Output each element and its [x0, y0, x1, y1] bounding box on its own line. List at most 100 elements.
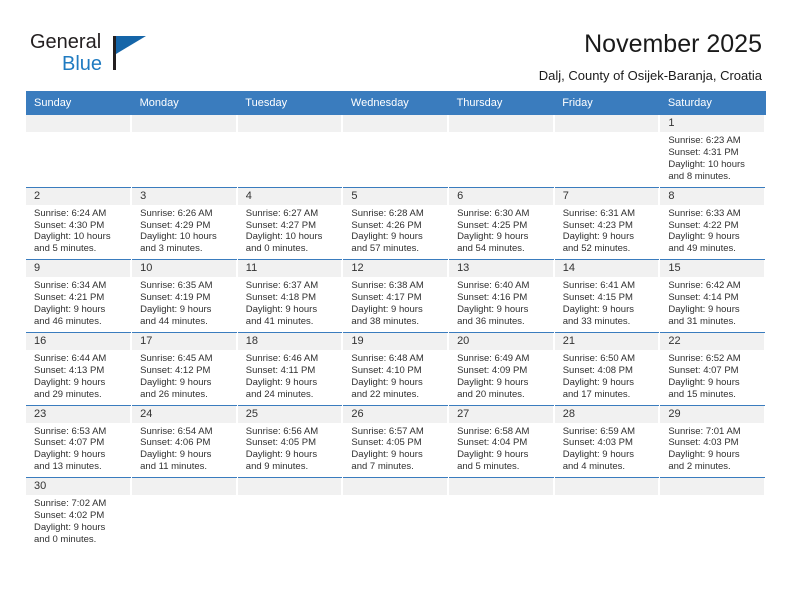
day-detail-line: and 11 minutes.: [140, 461, 208, 473]
day-detail-line: Daylight: 9 hours: [245, 304, 318, 316]
calendar-day-cell[interactable]: 29 Sunrise: 7:01 AM Sunset: 4:03 PM Dayligh…: [659, 404, 766, 478]
day-detail-line: Sunrise: 6:44 AM: [34, 352, 107, 364]
day-detail-line: and 4 minutes.: [562, 461, 626, 473]
day-detail-line: Sunrise: 6:41 AM: [562, 280, 636, 292]
calendar-day-cell[interactable]: 4 Sunrise: 6:27 AM Sunset: 4:27 PM Daylight…: [237, 186, 344, 260]
day-number: 27: [449, 405, 554, 423]
day-details: [449, 495, 554, 502]
calendar-table: Sunday Monday Tuesday Wednesday Thursday Frid…: [26, 91, 766, 550]
day-number: 16: [26, 332, 132, 350]
day-detail-line: Sunset: 4:18 PM: [245, 292, 317, 304]
day-detail-line: Sunrise: 6:27 AM: [245, 207, 319, 219]
general-blue-logo[interactable]: General Blue: [30, 28, 150, 80]
day-details: Sunrise: 6:44 AM Sunset: 4:13 PM Daylight:…: [26, 350, 131, 405]
calendar-day-cell-empty[interactable]: [342, 477, 450, 550]
day-detail-line: Sunrise: 6:40 AM: [457, 280, 530, 292]
day-detail-line: Sunrise: 7:02 AM: [34, 498, 107, 510]
day-detail-line: Sunset: 4:05 PM: [245, 437, 317, 449]
day-detail-line: Daylight: 9 hours: [351, 231, 423, 243]
day-detail-line: Daylight: 9 hours: [668, 231, 740, 243]
calendar-day-cell[interactable]: 9 Sunrise: 6:34 AM Sunset: 4:21 PM Daylight…: [26, 259, 133, 333]
calendar-day-cell[interactable]: 28 Sunrise: 6:59 AM Sunset: 4:03 PM Dayligh…: [554, 404, 661, 478]
weekday-header-monday: Monday: [131, 91, 238, 115]
day-detail-line: Daylight: 9 hours: [668, 376, 740, 388]
calendar-day-cell[interactable]: 30 Sunrise: 7:02 AM Sunset: 4:02 PM Dayligh…: [26, 477, 133, 550]
day-detail-line: Sunrise: 6:28 AM: [351, 207, 424, 219]
calendar-day-cell-empty[interactable]: [554, 115, 661, 188]
day-detail-line: Sunset: 4:31 PM: [668, 146, 739, 158]
calendar-day-cell[interactable]: 17 Sunrise: 6:45 AM Sunset: 4:12 PM Dayligh…: [131, 331, 238, 405]
day-detail-line: Daylight: 9 hours: [668, 304, 740, 316]
day-details: [238, 132, 343, 139]
calendar-day-cell[interactable]: 12 Sunrise: 6:38 AM Sunset: 4:17 PM Dayligh…: [342, 259, 450, 333]
day-detail-line: and 33 minutes.: [562, 315, 631, 327]
calendar-day-cell[interactable]: 24 Sunrise: 6:54 AM Sunset: 4:06 PM Dayligh…: [131, 404, 238, 478]
day-details: Sunrise: 6:54 AM Sunset: 4:06 PM Daylight:…: [132, 423, 237, 478]
day-detail-line: Daylight: 10 hours: [668, 158, 745, 170]
day-number: 29: [660, 405, 765, 423]
day-detail-line: Sunset: 4:02 PM: [34, 510, 105, 522]
calendar-day-cell[interactable]: 7 Sunrise: 6:31 AM Sunset: 4:23 PM Daylight…: [554, 186, 661, 260]
day-detail-line: Daylight: 9 hours: [351, 376, 423, 388]
calendar-day-cell[interactable]: 13 Sunrise: 6:40 AM Sunset: 4:16 PM Dayligh…: [448, 259, 555, 333]
day-detail-line: Daylight: 9 hours: [245, 449, 318, 461]
calendar-day-cell[interactable]: 6 Sunrise: 6:30 AM Sunset: 4:25 PM Daylight…: [448, 186, 555, 260]
calendar-day-cell-empty[interactable]: [448, 115, 555, 188]
calendar-day-cell-empty[interactable]: [554, 477, 661, 550]
calendar-day-cell[interactable]: 1 Sunrise: 6:23 AM Sunset: 4:31 PM Daylight…: [659, 115, 766, 188]
calendar-day-cell[interactable]: 19 Sunrise: 6:48 AM Sunset: 4:10 PM Dayligh…: [342, 331, 450, 405]
day-detail-line: Sunset: 4:05 PM: [351, 437, 422, 449]
calendar-day-cell[interactable]: 2 Sunrise: 6:24 AM Sunset: 4:30 PM Daylight…: [26, 186, 133, 260]
day-detail-line: Sunset: 4:25 PM: [457, 219, 528, 231]
calendar-day-cell[interactable]: 3 Sunrise: 6:26 AM Sunset: 4:29 PM Daylight…: [131, 186, 238, 260]
calendar-day-cell-empty[interactable]: [342, 115, 450, 188]
calendar-day-cell[interactable]: 21 Sunrise: 6:50 AM Sunset: 4:08 PM Dayligh…: [554, 331, 661, 405]
day-details: Sunrise: 6:53 AM Sunset: 4:07 PM Daylight:…: [26, 423, 131, 478]
calendar-day-cell-empty[interactable]: [448, 477, 555, 550]
day-number: 12: [343, 260, 449, 278]
calendar-day-cell[interactable]: 18 Sunrise: 6:46 AM Sunset: 4:11 PM Dayligh…: [237, 331, 344, 405]
day-detail-line: and 54 minutes.: [457, 243, 525, 255]
calendar-day-cell[interactable]: 14 Sunrise: 6:41 AM Sunset: 4:15 PM Dayligh…: [554, 259, 661, 333]
calendar-day-cell[interactable]: 27 Sunrise: 6:58 AM Sunset: 4:04 PM Dayligh…: [448, 404, 555, 478]
calendar-day-cell[interactable]: 10 Sunrise: 6:35 AM Sunset: 4:19 PM Dayligh…: [131, 259, 238, 333]
day-details: Sunrise: 6:52 AM Sunset: 4:07 PM Daylight:…: [660, 350, 765, 405]
calendar-day-cell-empty[interactable]: [659, 477, 766, 550]
calendar-day-cell[interactable]: 15 Sunrise: 6:42 AM Sunset: 4:14 PM Dayligh…: [659, 259, 766, 333]
day-detail-line: Sunrise: 6:37 AM: [245, 280, 319, 292]
day-detail-line: and 57 minutes.: [351, 243, 420, 255]
page-title: November 2025: [584, 30, 762, 58]
calendar-day-cell[interactable]: 26 Sunrise: 6:57 AM Sunset: 4:05 PM Dayligh…: [342, 404, 450, 478]
day-detail-line: Daylight: 9 hours: [457, 376, 529, 388]
day-number: 5: [343, 187, 449, 205]
calendar-day-cell-empty[interactable]: [131, 115, 238, 188]
calendar-day-cell-empty[interactable]: [131, 477, 238, 550]
day-detail-line: Sunrise: 6:45 AM: [140, 352, 213, 364]
day-detail-line: Sunrise: 6:46 AM: [245, 352, 319, 364]
day-detail-line: Sunset: 4:03 PM: [562, 437, 633, 449]
calendar-day-cell[interactable]: 20 Sunrise: 6:49 AM Sunset: 4:09 PM Dayligh…: [448, 331, 555, 405]
day-detail-line: and 29 minutes.: [34, 388, 102, 400]
calendar-day-cell[interactable]: 23 Sunrise: 6:53 AM Sunset: 4:07 PM Dayligh…: [26, 404, 133, 478]
calendar-day-cell[interactable]: 25 Sunrise: 6:56 AM Sunset: 4:05 PM Dayligh…: [237, 404, 344, 478]
calendar-day-cell-empty[interactable]: [26, 115, 133, 188]
day-detail-line: Daylight: 9 hours: [562, 304, 634, 316]
calendar-day-cell[interactable]: 16 Sunrise: 6:44 AM Sunset: 4:13 PM Dayligh…: [26, 331, 133, 405]
calendar-day-cell[interactable]: 5 Sunrise: 6:28 AM Sunset: 4:26 PM Daylight…: [342, 186, 450, 260]
calendar-container: Sunday Monday Tuesday Wednesday Thursday Frid…: [26, 91, 766, 550]
day-number: 4: [237, 187, 343, 205]
day-number: [237, 478, 343, 496]
calendar-day-cell[interactable]: 11 Sunrise: 6:37 AM Sunset: 4:18 PM Dayligh…: [237, 259, 344, 333]
day-number: [132, 478, 237, 496]
day-detail-line: and 22 minutes.: [351, 388, 420, 400]
day-detail-line: Sunrise: 6:58 AM: [457, 425, 530, 437]
day-detail-line: and 20 minutes.: [457, 388, 525, 400]
day-details: [660, 495, 765, 502]
day-number: 18: [237, 332, 343, 350]
calendar-day-cell[interactable]: 22 Sunrise: 6:52 AM Sunset: 4:07 PM Dayligh…: [659, 331, 766, 405]
day-details: Sunrise: 6:48 AM Sunset: 4:10 PM Daylight:…: [343, 350, 448, 405]
day-number: 14: [554, 260, 660, 278]
calendar-day-cell[interactable]: 8 Sunrise: 6:33 AM Sunset: 4:22 PM Daylight…: [659, 186, 766, 260]
calendar-day-cell-empty[interactable]: [237, 115, 344, 188]
calendar-day-cell-empty[interactable]: [237, 477, 344, 550]
